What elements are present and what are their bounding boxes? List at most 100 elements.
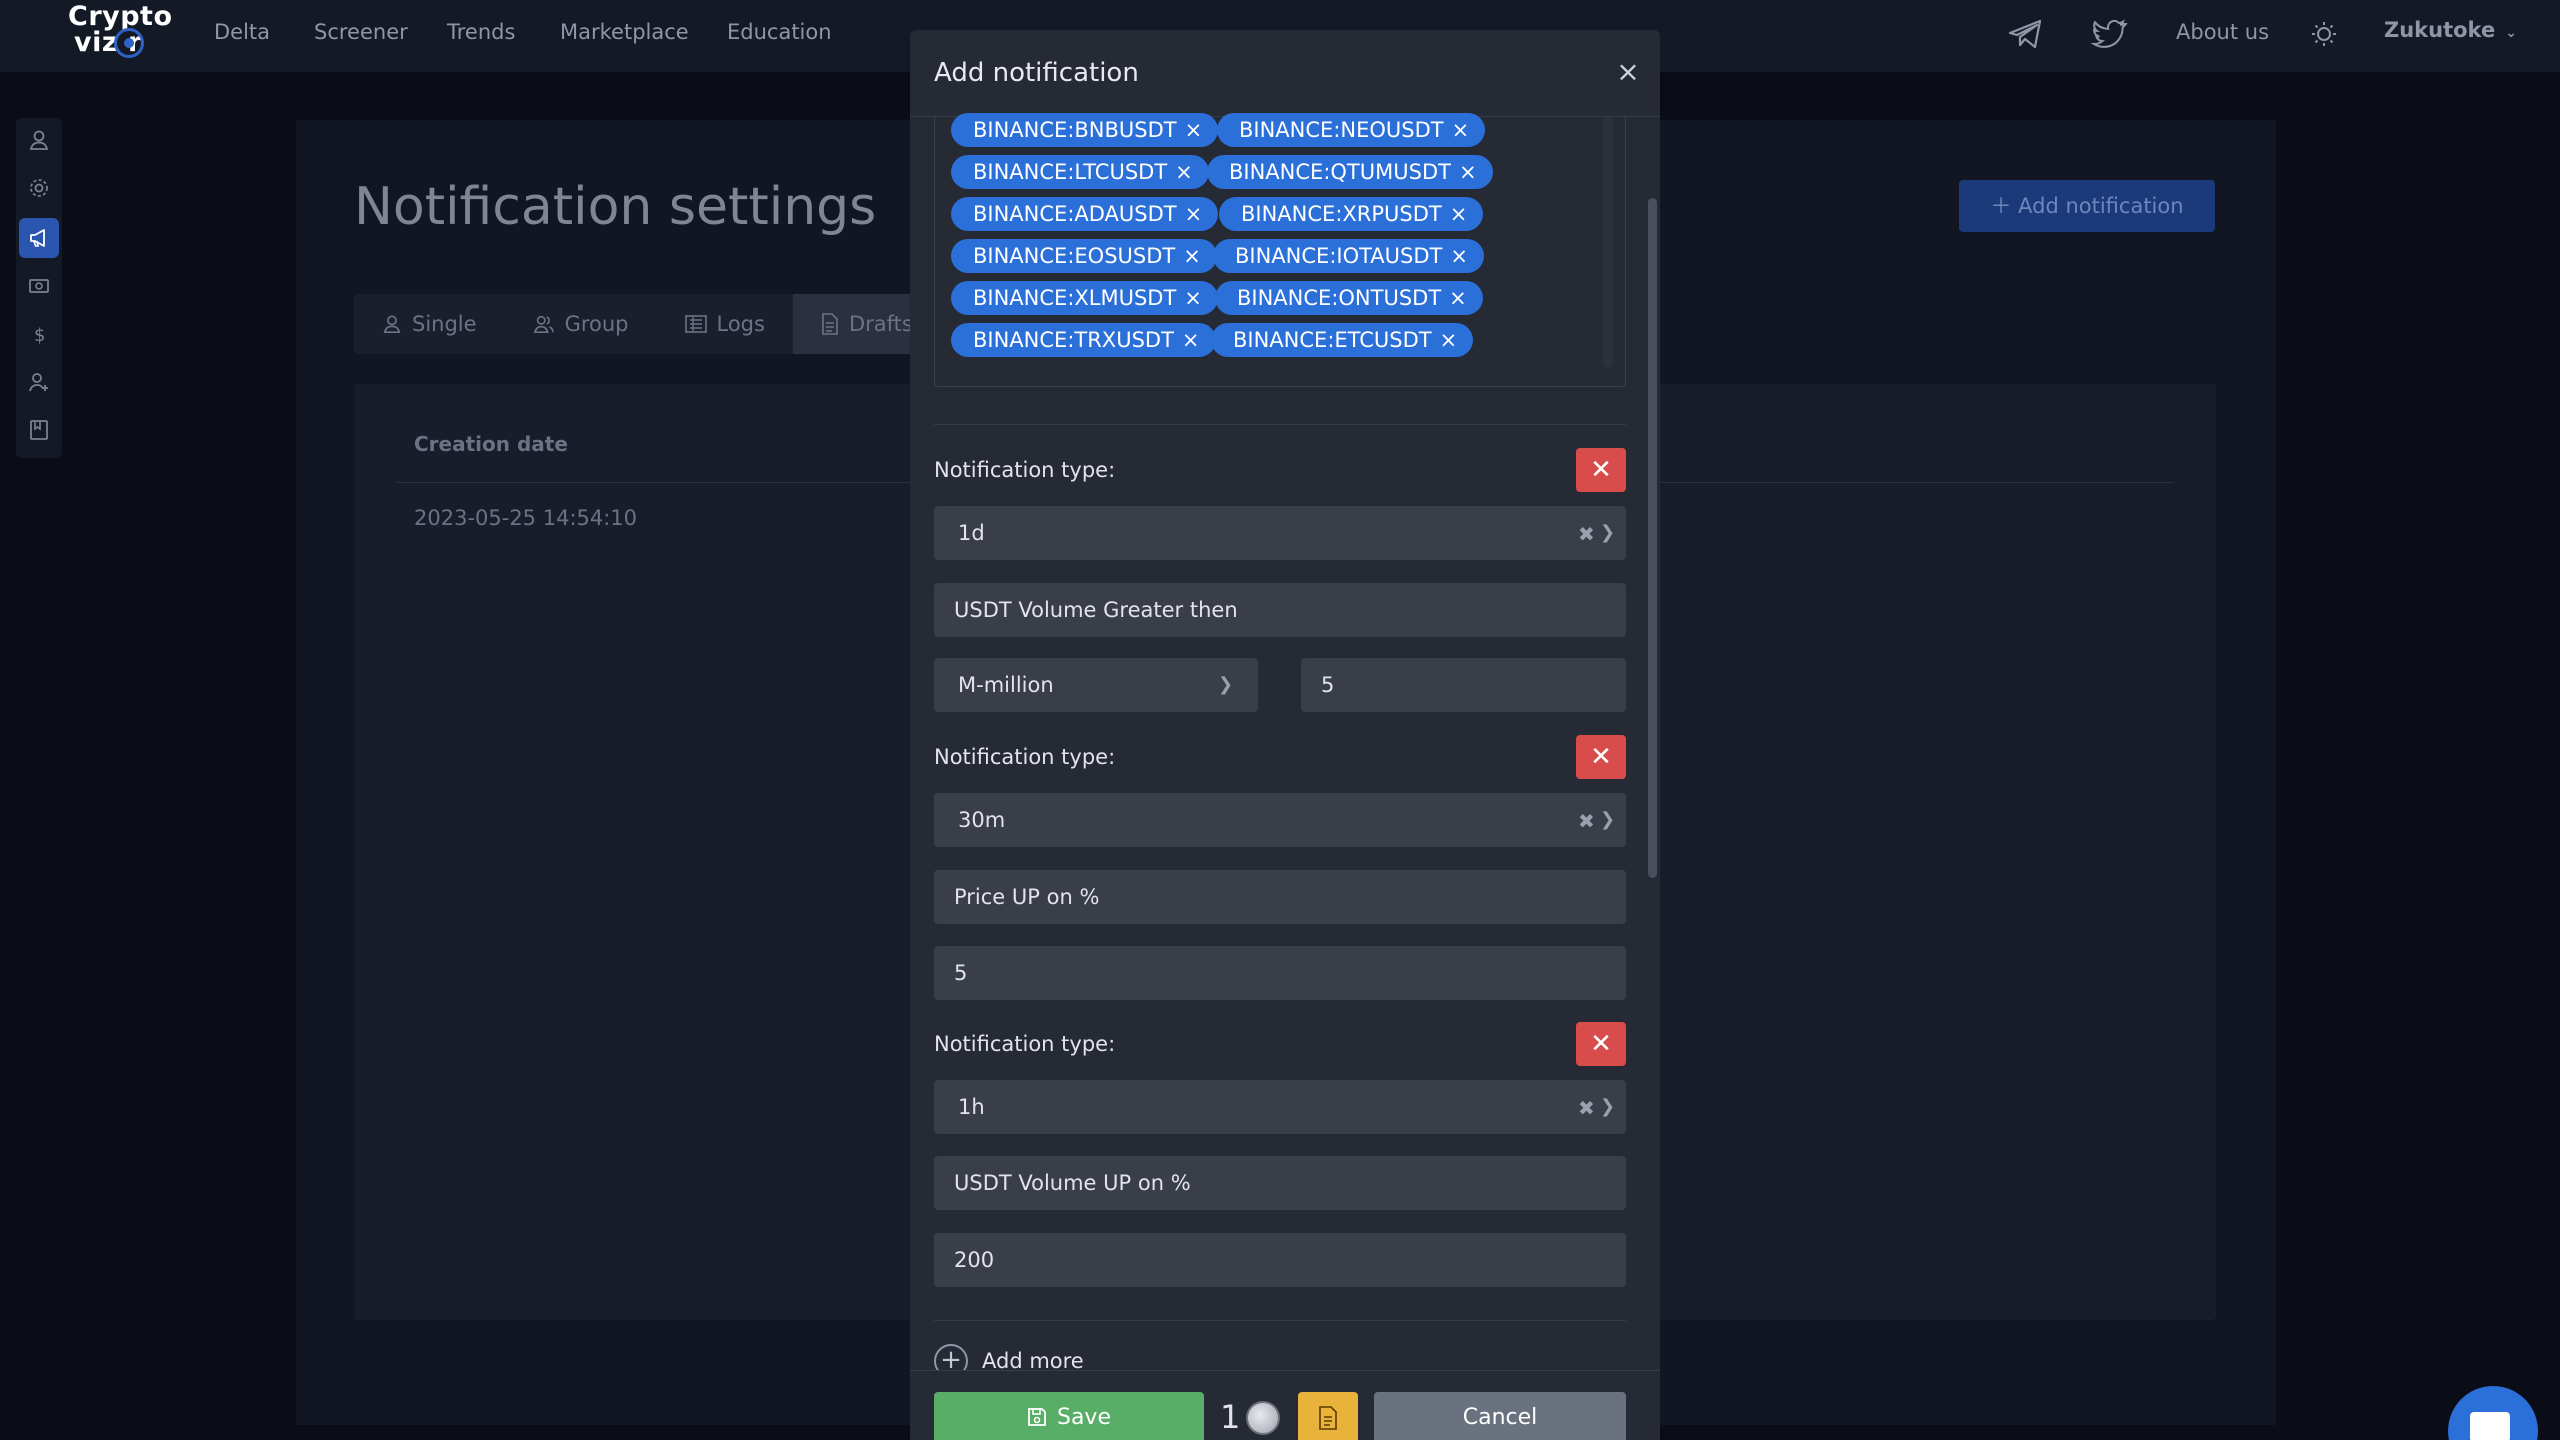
delete-notification-button[interactable]: ✕: [1576, 448, 1626, 492]
ticker-tag[interactable]: BINANCE:BNBUSDT ×: [951, 113, 1219, 147]
ticker-tag-label: BINANCE:QTUMUSDT: [1229, 160, 1451, 184]
interval-select[interactable]: 1d ✖ ❯: [934, 506, 1626, 560]
unit-value: M-million: [958, 673, 1054, 697]
clear-icon[interactable]: ✖: [1578, 1080, 1595, 1136]
remove-tag-icon[interactable]: ×: [1184, 286, 1202, 310]
delete-notification-button[interactable]: ✕: [1576, 1022, 1626, 1066]
condition-select[interactable]: USDT Volume UP on %: [934, 1156, 1626, 1210]
notification-type-label: Notification type:: [934, 458, 1116, 482]
remove-tag-icon[interactable]: ×: [1185, 202, 1203, 226]
ticker-tag[interactable]: BINANCE:ADAUSDT ×: [951, 197, 1219, 231]
remove-tag-icon[interactable]: ×: [1182, 328, 1200, 352]
chevron-down-icon[interactable]: ❯: [1600, 793, 1615, 847]
sidebar-guide[interactable]: [19, 410, 59, 450]
tab-logs-label: Logs: [716, 312, 765, 336]
nav-link-delta[interactable]: Delta: [214, 18, 270, 46]
gear-icon: [30, 179, 48, 197]
chevron-down-icon[interactable]: ❯: [1600, 506, 1615, 560]
condition-select[interactable]: Price UP on %: [934, 870, 1626, 924]
remove-tag-icon[interactable]: ×: [1450, 244, 1468, 268]
remove-tag-icon[interactable]: ×: [1185, 118, 1203, 142]
nav-link-about[interactable]: About us: [2176, 18, 2269, 46]
remove-tag-icon[interactable]: ×: [1449, 286, 1467, 310]
tab-group[interactable]: Group: [505, 294, 657, 354]
value-input[interactable]: 5: [934, 946, 1626, 1000]
table-row[interactable]: 2023-05-25 14:54:10: [414, 506, 637, 530]
chevron-down-icon[interactable]: ❯: [1218, 658, 1233, 712]
ticker-tag[interactable]: BINANCE:QTUMUSDT ×: [1207, 155, 1493, 189]
value-input[interactable]: 200: [934, 1233, 1626, 1287]
ticker-tag-label: BINANCE:ONTUSDT: [1237, 286, 1442, 310]
ticker-tag-label: BINANCE:TRXUSDT: [973, 328, 1174, 352]
ticker-tag-label: BINANCE:ADAUSDT: [973, 202, 1177, 226]
floppy-icon: [1028, 1408, 1046, 1426]
save-button[interactable]: Save: [934, 1392, 1204, 1440]
money-icon: [29, 279, 49, 293]
ticker-tag[interactable]: BINANCE:XRPUSDT ×: [1219, 197, 1484, 231]
modal-footer: Save 1 Cancel: [910, 1370, 1660, 1440]
interval-value: 1h: [958, 1095, 985, 1119]
remove-tag-icon[interactable]: ×: [1175, 160, 1193, 184]
sidebar-add-user[interactable]: [19, 362, 59, 402]
remove-tag-icon[interactable]: ×: [1452, 118, 1470, 142]
chat-widget-icon[interactable]: [2448, 1386, 2538, 1440]
clear-icon[interactable]: ✖: [1578, 793, 1595, 849]
clear-icon[interactable]: ✖: [1578, 506, 1595, 562]
remove-tag-icon[interactable]: ×: [1450, 202, 1468, 226]
cancel-button[interactable]: Cancel: [1374, 1392, 1626, 1440]
notification-type-label: Notification type:: [934, 1032, 1116, 1056]
user-menu[interactable]: Zukutoke ⌄: [2384, 16, 2517, 47]
modal-scrollbar[interactable]: [1648, 198, 1657, 878]
save-draft-button[interactable]: [1298, 1392, 1358, 1440]
remove-tag-icon[interactable]: ×: [1183, 244, 1201, 268]
sidebar-profile[interactable]: [19, 120, 59, 160]
ticker-tag[interactable]: BINANCE:IOTAUSDT ×: [1213, 239, 1484, 273]
ticker-tag[interactable]: BINANCE:LTCUSDT ×: [951, 155, 1209, 189]
ticker-tag[interactable]: BINANCE:XLMUSDT ×: [951, 281, 1218, 315]
nav-link-trends[interactable]: Trends: [447, 18, 515, 46]
interval-select[interactable]: 30m ✖ ❯: [934, 793, 1626, 847]
tab-single-label: Single: [412, 312, 477, 336]
ticker-tag-label: BINANCE:ETCUSDT: [1233, 328, 1432, 352]
remove-tag-icon[interactable]: ×: [1440, 328, 1458, 352]
chevron-down-icon[interactable]: ❯: [1600, 1080, 1615, 1134]
ticker-tag[interactable]: BINANCE:EOSUSDT ×: [951, 239, 1217, 273]
user-icon: [383, 315, 401, 333]
add-notification-button[interactable]: ＋ Add notification: [1959, 180, 2215, 232]
tab-logs[interactable]: Logs: [657, 294, 793, 354]
unit-select[interactable]: M-million ❯: [934, 658, 1258, 712]
delete-notification-button[interactable]: ✕: [1576, 735, 1626, 779]
value-input[interactable]: 5: [1301, 658, 1626, 712]
condition-select[interactable]: USDT Volume Greater then: [934, 583, 1626, 637]
sidebar-payments[interactable]: [19, 266, 59, 306]
tags-scrollbar[interactable]: [1603, 117, 1613, 367]
interval-select[interactable]: 1h ✖ ❯: [934, 1080, 1626, 1134]
remove-tag-icon[interactable]: ×: [1459, 160, 1477, 184]
sidebar-settings[interactable]: [19, 168, 59, 208]
ticker-tag[interactable]: BINANCE:ETCUSDT ×: [1211, 323, 1474, 357]
nav-link-education[interactable]: Education: [727, 18, 832, 46]
coin-icon: [1246, 1401, 1280, 1435]
logo[interactable]: Crypto viz r: [66, 2, 172, 66]
add-notification-modal: Add notification × BINANCE:BNBUSDT × BINA…: [910, 30, 1660, 1440]
section-divider: [934, 1320, 1626, 1321]
tab-single[interactable]: Single: [354, 294, 505, 354]
theme-toggle-sun-icon[interactable]: [2304, 14, 2344, 54]
left-sidebar: $: [16, 118, 62, 458]
ticker-tag[interactable]: BINANCE:NEOUSDT ×: [1217, 113, 1486, 147]
ticker-tag[interactable]: BINANCE:ONTUSDT ×: [1215, 281, 1483, 315]
ticker-tag-label: BINANCE:LTCUSDT: [973, 160, 1168, 184]
telegram-icon[interactable]: [2006, 14, 2046, 54]
twitter-icon[interactable]: [2090, 14, 2130, 54]
ticker-tag-label: BINANCE:BNBUSDT: [973, 118, 1177, 142]
nav-link-screener[interactable]: Screener: [314, 18, 408, 46]
ticker-tag-label: BINANCE:EOSUSDT: [973, 244, 1176, 268]
sidebar-notifications[interactable]: [19, 218, 59, 258]
nav-link-marketplace[interactable]: Marketplace: [560, 18, 689, 46]
close-icon[interactable]: ×: [1614, 58, 1642, 86]
tab-group-label: Group: [564, 312, 629, 336]
user-plus-icon: [29, 373, 48, 392]
ticker-multiselect[interactable]: BINANCE:BNBUSDT × BINANCE:NEOUSDT × BINANC…: [934, 113, 1626, 387]
sidebar-billing[interactable]: $: [19, 314, 59, 354]
ticker-tag[interactable]: BINANCE:TRXUSDT ×: [951, 323, 1216, 357]
